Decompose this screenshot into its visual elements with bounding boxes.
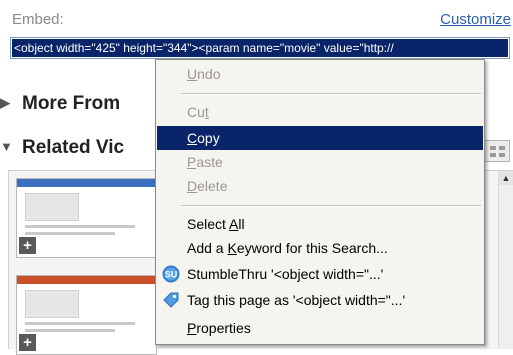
add-to-quicklist-icon[interactable]: + [19,237,36,254]
menu-item-cut[interactable]: Cut [157,100,483,124]
thumbnail-text-line [25,322,135,325]
menu-access-key: C [187,130,198,146]
customize-link[interactable]: Customize [440,11,511,28]
menu-item-tag-page[interactable]: Tag this page as '<object width="...' [157,288,483,312]
thumbnail-text-line [25,329,115,332]
menu-label-post: aste [196,154,223,170]
add-to-quicklist-icon[interactable]: + [19,334,36,351]
menu-separator [181,93,481,95]
menu-access-key: D [187,178,198,194]
thumbnail-text-line [25,225,135,228]
collapse-arrow-icon: ▼ [0,139,13,154]
menu-access-key: K [227,240,237,256]
menu-label: Tag this page as '<object width="...' [187,292,406,308]
grid-icon-cell [499,153,505,157]
menu-item-undo[interactable]: Undo [157,62,483,86]
menu-label-pre: Cu [187,104,205,120]
tag-icon [163,292,179,308]
thumbnail-content-block [25,290,79,318]
thumbnail-content-block [25,193,79,221]
menu-item-stumble-thru[interactable]: SU StumbleThru '<object width="...' [157,262,483,286]
grid-icon-cell [490,146,496,150]
menu-label-post: ndo [197,66,221,82]
context-menu: Undo Cut Copy Paste Delete Select All Ad… [155,59,485,345]
more-from-header[interactable]: ▶ More From [0,93,120,115]
menu-label-post: roperties [196,320,251,336]
thumbnail-header-bar [17,276,156,284]
expand-arrow-icon: ▶ [0,95,10,110]
menu-item-add-keyword[interactable]: Add a Keyword for this Search... [157,236,483,260]
embed-code-field[interactable]: <object width="425" height="344"><param … [10,37,510,59]
svg-text:SU: SU [165,270,178,280]
scroll-up-arrow-icon[interactable]: ▲ [499,171,513,185]
grid-icon-cell [490,153,496,157]
related-videos-header[interactable]: ▼ Related Vic [0,137,124,159]
menu-label-pre: Add a [187,240,228,256]
menu-item-select-all[interactable]: Select All [157,212,483,236]
menu-access-key: P [187,320,197,336]
menu-access-key: A [229,216,239,232]
menu-item-copy[interactable]: Copy [157,126,483,150]
menu-label-post: opy [197,130,220,146]
menu-access-key: P [187,154,197,170]
related-video-thumbnail[interactable]: + [16,275,157,355]
menu-item-properties[interactable]: Properties [157,316,483,340]
thumbnail-text-line [25,232,115,235]
menu-access-key: U [187,66,198,82]
more-from-title: More From [22,93,121,114]
thumbnail-header-bar [17,179,156,187]
embed-code-selection: <object width="425" height="344"><param … [12,39,508,57]
menu-label-post: elete [197,178,228,194]
menu-item-delete[interactable]: Delete [157,174,483,198]
menu-access-key: t [204,104,209,120]
vertical-scrollbar[interactable] [498,171,513,349]
menu-item-paste[interactable]: Paste [157,150,483,174]
menu-label-post: ll [238,216,245,232]
related-videos-title: Related Vic [22,137,125,158]
menu-label: StumbleThru '<object width="...' [187,266,384,282]
related-video-thumbnail[interactable]: + [16,178,157,258]
menu-separator [181,205,481,207]
menu-label-post: eyword for this Search... [236,240,388,256]
embed-label: Embed: [12,11,64,28]
grid-view-toggle[interactable] [484,140,510,162]
menu-label-pre: Select [187,216,230,232]
stumbleupon-icon: SU [162,265,180,283]
grid-icon-cell [499,146,505,150]
